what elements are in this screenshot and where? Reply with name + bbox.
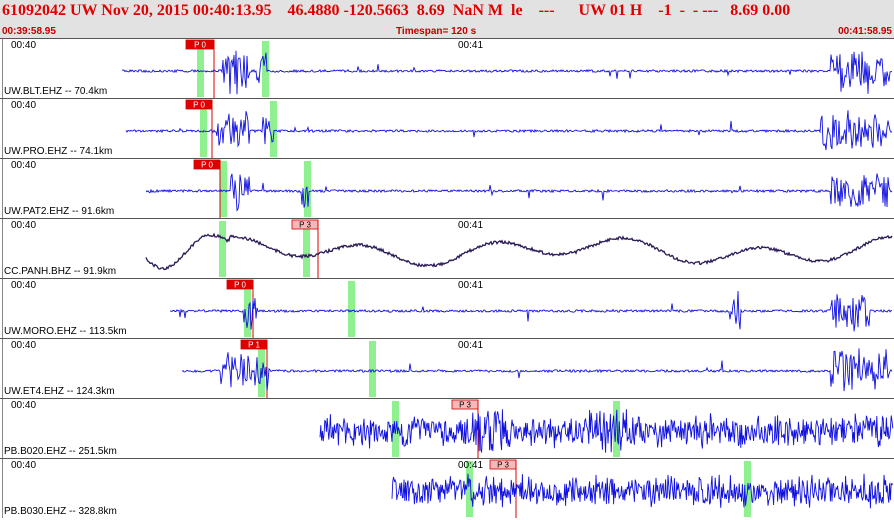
time-label-first: 00:40 bbox=[11, 40, 37, 51]
seismogram-panel[interactable]: P 3 00:40 PB.B020.EHZ -- 251.5km bbox=[0, 398, 894, 458]
waveform-plot: P 0 bbox=[145, 159, 893, 218]
waveform-trace bbox=[319, 409, 894, 454]
panel-axis bbox=[2, 219, 3, 278]
panel-axis bbox=[2, 99, 3, 158]
pick-label: P 0 bbox=[194, 41, 206, 50]
panel-axis bbox=[2, 279, 3, 338]
header-bar: 61092042 UW Nov 20, 2015 00:40:13.95 46.… bbox=[0, 0, 894, 38]
pick-label: P 3 bbox=[459, 401, 471, 410]
panel-axis bbox=[2, 159, 3, 218]
phase-marker bbox=[219, 221, 226, 277]
waveform-plot: P 3 bbox=[145, 219, 893, 278]
waveform-plot: P 3 bbox=[391, 459, 894, 518]
pick-label: P 3 bbox=[299, 221, 311, 230]
waveform-trace bbox=[181, 348, 893, 392]
time-label-first: 00:40 bbox=[11, 340, 37, 351]
phase-marker bbox=[369, 341, 376, 397]
time-label-second: 00:41 bbox=[458, 340, 484, 351]
time-label-second: 00:41 bbox=[458, 280, 484, 291]
waveform-trace bbox=[169, 290, 893, 332]
event-title: 61092042 UW Nov 20, 2015 00:40:13.95 46.… bbox=[2, 2, 791, 19]
time-label-first: 00:40 bbox=[11, 220, 37, 231]
pick-label: P 0 bbox=[201, 161, 213, 170]
seismogram-panel[interactable]: P 0 00:40 00:41 UW.MORO.EHZ -- 113.5km bbox=[0, 278, 894, 338]
phase-marker bbox=[348, 281, 355, 337]
waveform-plot: P 3 bbox=[319, 399, 894, 458]
seismogram-panel[interactable]: P 0 00:40 UW.PAT2.EHZ -- 91.6km bbox=[0, 158, 894, 218]
seismogram-panel[interactable]: P 1 00:40 00:41 UW.ET4.EHZ -- 124.3km bbox=[0, 338, 894, 398]
seismogram-panel[interactable]: P 0 00:40 UW.PRO.EHZ -- 74.1km bbox=[0, 98, 894, 158]
phase-marker bbox=[270, 101, 277, 157]
waveform-plot: P 0 bbox=[169, 279, 893, 338]
station-label: UW.PRO.EHZ -- 74.1km bbox=[4, 146, 113, 157]
seismogram-panel[interactable]: P 3 00:40 00:41 PB.B030.EHZ -- 328.8km bbox=[0, 458, 894, 518]
station-label: PB.B020.EHZ -- 251.5km bbox=[4, 446, 117, 457]
pick-label: P 0 bbox=[193, 101, 205, 110]
station-label: UW.MORO.EHZ -- 113.5km bbox=[4, 326, 127, 337]
panel-axis bbox=[2, 339, 3, 398]
station-label: UW.BLT.EHZ -- 70.4km bbox=[4, 86, 108, 97]
station-label: PB.B030.EHZ -- 328.8km bbox=[4, 506, 117, 517]
waveform-plot: P 0 bbox=[125, 99, 893, 158]
time-label-first: 00:40 bbox=[11, 460, 37, 471]
waveform-trace bbox=[145, 232, 893, 271]
station-label: UW.PAT2.EHZ -- 91.6km bbox=[4, 206, 115, 217]
pick-label: P 1 bbox=[248, 341, 260, 350]
waveform-trace bbox=[145, 173, 893, 212]
panel-axis bbox=[2, 459, 3, 518]
waveform-plot: P 1 bbox=[181, 339, 893, 398]
timespan-label: Timespan= 120 s bbox=[396, 26, 477, 37]
start-time: 00:39:58.95 bbox=[2, 26, 56, 37]
time-label-second: 00:41 bbox=[458, 40, 484, 51]
waveform-plot: P 0 bbox=[121, 39, 893, 98]
waveform-trace bbox=[121, 50, 893, 95]
station-label: UW.ET4.EHZ -- 124.3km bbox=[4, 386, 115, 397]
time-label-first: 00:40 bbox=[11, 160, 37, 171]
pick-label: P 3 bbox=[497, 461, 509, 470]
time-label-second: 00:41 bbox=[458, 460, 484, 471]
phase-marker bbox=[262, 41, 269, 97]
time-label-first: 00:40 bbox=[11, 400, 37, 411]
time-label-first: 00:40 bbox=[11, 280, 37, 291]
panel-axis bbox=[2, 399, 3, 458]
panel-axis bbox=[2, 39, 3, 98]
time-label-first: 00:40 bbox=[11, 100, 37, 111]
station-label: CC.PANH.BHZ -- 91.9km bbox=[4, 266, 117, 277]
seismogram-panel[interactable]: P 0 00:40 00:41 UW.BLT.EHZ -- 70.4km bbox=[0, 38, 894, 98]
pick-label: P 0 bbox=[234, 281, 246, 290]
seismogram-panel[interactable]: P 3 00:40 00:41 CC.PANH.BHZ -- 91.9km bbox=[0, 218, 894, 278]
phase-marker bbox=[220, 161, 227, 217]
time-label-second: 00:41 bbox=[458, 220, 484, 231]
waveform-trace bbox=[125, 110, 893, 151]
end-time: 00:41:58.95 bbox=[838, 26, 892, 37]
seismogram-panels[interactable]: P 0 00:40 00:41 UW.BLT.EHZ -- 70.4km P 0 00:4… bbox=[0, 38, 894, 520]
